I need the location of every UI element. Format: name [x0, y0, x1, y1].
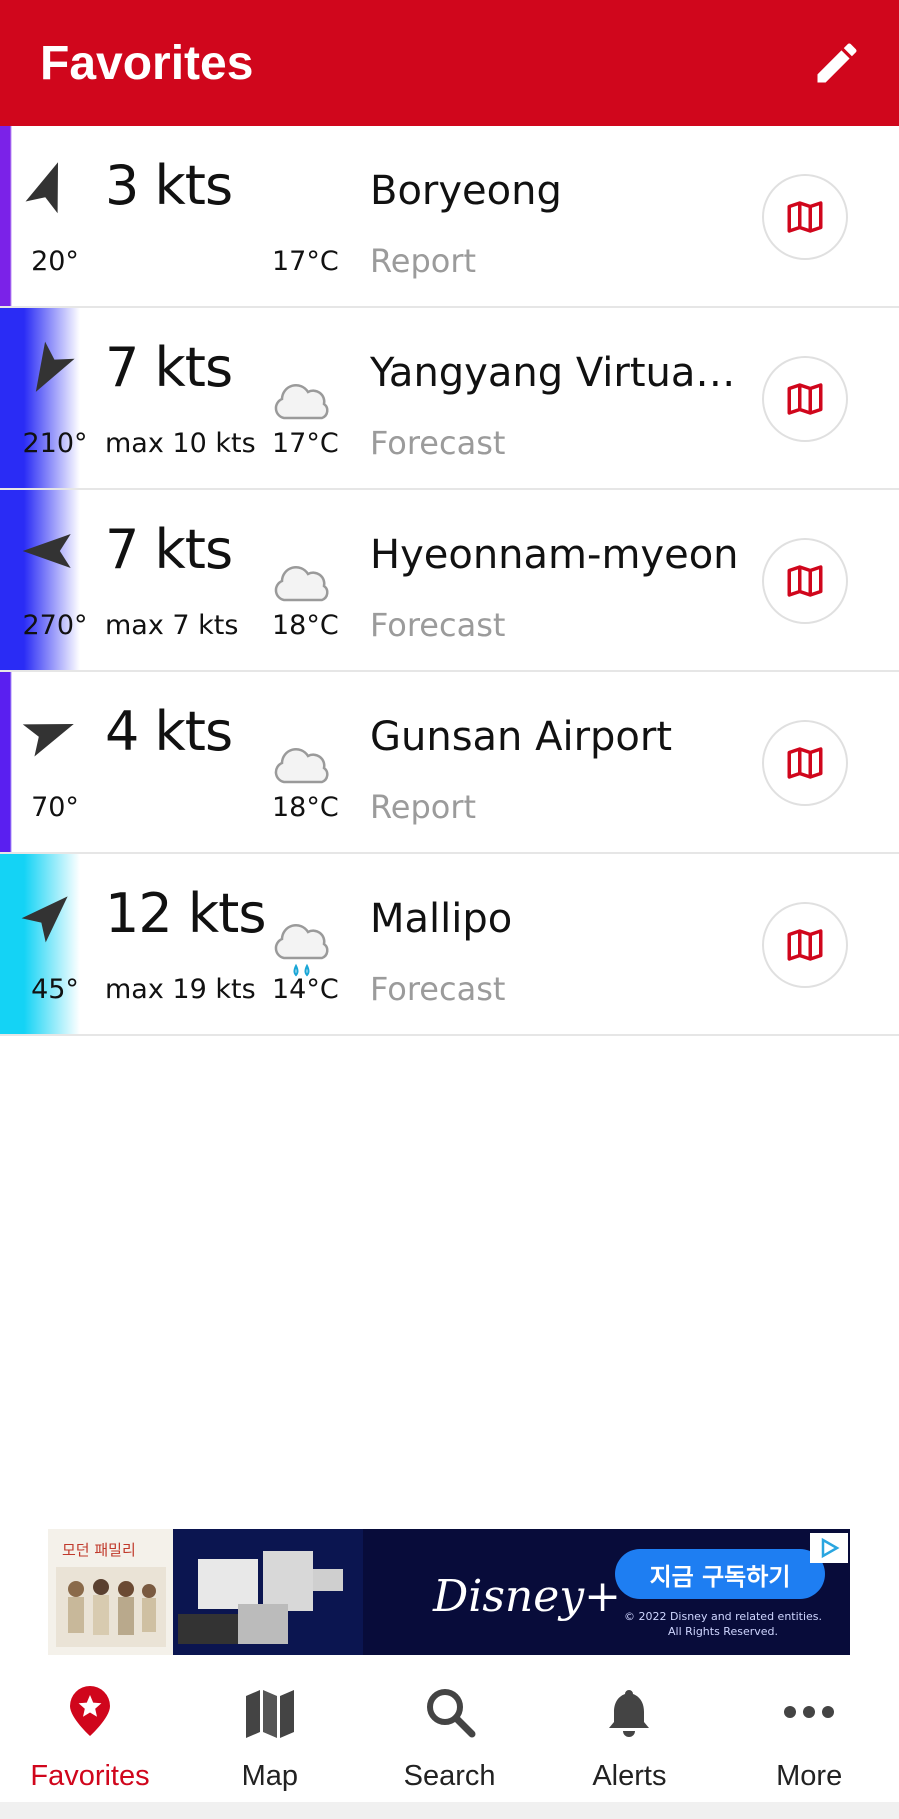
adchoices-icon[interactable]	[810, 1533, 848, 1563]
wind-speed: 4 kts	[105, 700, 233, 763]
open-map-button[interactable]	[762, 538, 848, 624]
wind-direction-value: 210°	[22, 428, 88, 459]
favorites-list: 20° 3 kts 17°C Boryeong Report 210° 7 kt…	[0, 126, 899, 1036]
spot-type: Forecast	[370, 606, 506, 644]
temperature: 14°C	[272, 974, 339, 1005]
spot-name: Yangyang Virtual B…	[370, 350, 740, 396]
bottom-tab-bar: Favorites Map Search Alerts More	[0, 1662, 899, 1802]
ad-copyright-line-1: © 2022 Disney and related entities.	[623, 1610, 823, 1623]
favorite-row[interactable]: 45° 12 kts max 19 kts 14°C Mallipo Forec…	[0, 854, 899, 1036]
tab-alerts[interactable]: Alerts	[539, 1662, 719, 1802]
wind-direction-arrow-icon	[22, 533, 71, 569]
open-map-button[interactable]	[762, 720, 848, 806]
pencil-icon[interactable]	[811, 37, 863, 89]
favorite-row[interactable]: 270° 7 kts max 7 kts 18°C Hyeonnam-myeon…	[0, 490, 899, 672]
ad-subscribe-button[interactable]: 지금 구독하기	[615, 1549, 825, 1599]
page-title: Favorites	[40, 36, 254, 90]
max-gust: max 10 kts	[105, 428, 256, 459]
spot-name: Mallipo	[370, 896, 513, 942]
favorite-row[interactable]: 210° 7 kts max 10 kts 17°C Yangyang Virt…	[0, 308, 899, 490]
wind-direction-arrow-icon	[25, 162, 59, 214]
open-map-button[interactable]	[762, 356, 848, 442]
ad-cast-photo-icon	[56, 1567, 166, 1647]
tab-favorites[interactable]: Favorites	[0, 1662, 180, 1802]
ad-copyright: © 2022 Disney and related entities. All …	[618, 1609, 828, 1639]
spot-type: Report	[370, 788, 477, 826]
map-icon	[787, 565, 823, 597]
ad-collage-image	[173, 1529, 363, 1655]
wind-direction-value: 45°	[31, 974, 79, 1005]
temperature: 18°C	[272, 792, 339, 823]
ad-collage-icon	[178, 1551, 343, 1644]
spot-type: Report	[370, 242, 477, 280]
wind-speed: 7 kts	[105, 518, 233, 581]
map-icon	[787, 929, 823, 961]
favorite-row[interactable]: 70° 4 kts 18°C Gunsan Airport Report	[0, 672, 899, 854]
system-nav-strip	[0, 1802, 899, 1819]
map-icon	[245, 1690, 294, 1738]
star-pin-icon	[70, 1686, 110, 1736]
open-map-button[interactable]	[762, 902, 848, 988]
wind-speed: 7 kts	[105, 336, 233, 399]
spot-name: Hyeonnam-myeon	[370, 532, 739, 578]
wind-direction-value: 70°	[31, 792, 79, 823]
tab-label: Search	[403, 1760, 496, 1792]
favorite-row[interactable]: 20° 3 kts 17°C Boryeong Report	[0, 126, 899, 308]
ad-copyright-line-2: All Rights Reserved.	[667, 1625, 779, 1638]
wind-direction-arrow-icon	[35, 341, 75, 392]
tab-map[interactable]: Map	[180, 1662, 360, 1802]
wind-speed: 12 kts	[105, 882, 266, 945]
app-header: Favorites	[0, 0, 899, 126]
search-icon	[426, 1689, 476, 1738]
ad-show-title: 모던 패밀리	[62, 1541, 136, 1559]
ad-show-panel: 모던 패밀리	[48, 1529, 173, 1655]
wind-direction-arrow-icon	[21, 896, 68, 943]
tab-label: Alerts	[592, 1760, 667, 1792]
tab-label: Map	[241, 1760, 298, 1792]
open-map-button[interactable]	[762, 174, 848, 260]
spot-type: Forecast	[370, 424, 506, 462]
bell-icon	[609, 1690, 650, 1737]
map-icon	[787, 383, 823, 415]
tab-more[interactable]: More	[719, 1662, 899, 1802]
tab-label: More	[776, 1760, 843, 1792]
wind-speed: 3 kts	[105, 154, 233, 217]
wind-direction-value: 20°	[31, 246, 79, 277]
temperature: 17°C	[272, 246, 339, 277]
advertisement-banner[interactable]: 모던 패밀리 Disney+ 지금 구독하기 © 2022 Disney and…	[48, 1529, 850, 1655]
wind-direction-arrow-icon	[22, 723, 74, 757]
spot-name: Boryeong	[370, 168, 562, 214]
tab-label: Favorites	[30, 1760, 150, 1792]
more-dots-icon	[784, 1706, 835, 1718]
map-icon	[787, 747, 823, 779]
tab-search[interactable]: Search	[360, 1662, 540, 1802]
temperature: 17°C	[272, 428, 339, 459]
temperature: 18°C	[272, 610, 339, 641]
map-icon	[787, 201, 823, 233]
max-gust: max 19 kts	[105, 974, 256, 1005]
spot-type: Forecast	[370, 970, 506, 1008]
max-gust: max 7 kts	[105, 610, 239, 641]
wind-direction-value: 270°	[22, 610, 88, 641]
spot-name: Gunsan Airport	[370, 714, 673, 760]
ad-brand-logo: Disney+	[433, 1571, 622, 1622]
